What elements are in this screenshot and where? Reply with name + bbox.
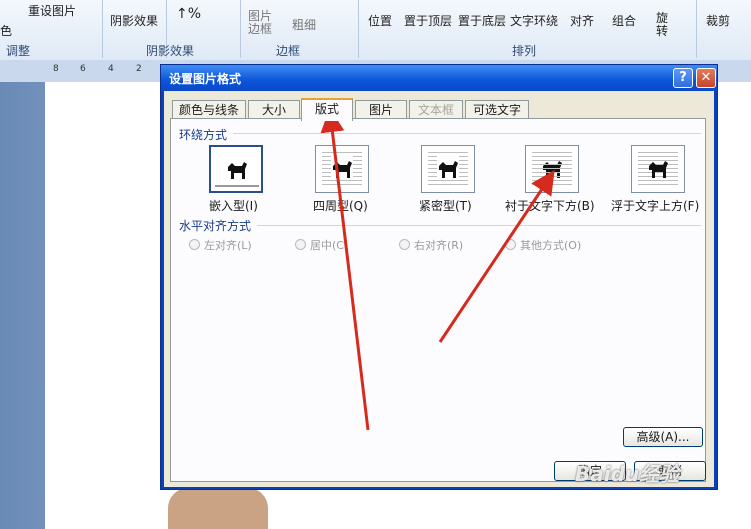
wrap-square-label: 四周型(Q) [313,199,368,213]
align-right-label: 右对齐(R) [414,239,464,252]
align-left-label: 左对齐(L) [204,239,252,252]
bring-front-button[interactable]: 置于顶层 [404,12,452,29]
layout-panel: 环绕方式 嵌入型(I) 四周型(Q) 紧密型(T) 衬于文字下方(B) 浮于文字… [170,118,706,482]
advanced-button[interactable]: 高级(A)... [623,427,703,447]
align-right-radio: 右对齐(R) [399,237,463,253]
shadow-effect-button[interactable]: 阴影效果 [110,12,158,29]
format-picture-dialog: 设置图片格式 ? ✕ 颜色与线条 大小 版式 图片 文本框 可选文字 环绕方式 … [160,64,718,490]
ruler-number: 8 [53,64,59,74]
shadow-nudge-icon[interactable]: ↑% [176,6,201,22]
group-label-shadow: 阴影效果 [146,44,195,58]
ruler-number: 4 [108,64,114,74]
thickness-button[interactable]: 粗细 [292,16,316,33]
picture-border-button[interactable]: 图片 边框 [248,10,274,36]
tab-picture[interactable]: 图片 [355,100,407,119]
position-button[interactable]: 位置 [368,12,392,29]
dog-icon [331,156,353,180]
text-lines-icon [532,152,572,186]
tab-size[interactable]: 大小 [248,100,300,119]
align-other-label: 其他方式(O) [520,239,582,252]
wrap-behind-label: 衬于文字下方(B) [505,199,595,213]
baidu-watermark: Baidu经验 [575,462,680,486]
section-divider [257,225,701,226]
radio-dot [295,239,306,250]
text-wrap-button[interactable]: 文字环绕 [510,12,558,29]
tab-alt-text[interactable]: 可选文字 [465,100,529,119]
radio-dot [399,239,410,250]
send-back-button[interactable]: 置于底层 [458,12,506,29]
group-label-border: 边框 [276,44,301,58]
tab-colors-lines[interactable]: 颜色与线条 [172,100,246,119]
align-center-label: 居中(C) [310,239,349,252]
radio-dot [189,239,200,250]
reset-picture-button[interactable]: 重设图片 [28,2,76,19]
dog-icon [649,161,668,178]
help-button[interactable]: ? [673,68,693,88]
ribbon: 色 重设图片 阴影效果 ↑% 图片 边框 粗细 位置 置于顶层 置于底层 文字环… [0,0,751,61]
ribbon-separator [696,0,697,58]
dialog-client: 颜色与线条 大小 版式 图片 文本框 可选文字 环绕方式 嵌入型(I) 四周型(… [164,91,714,487]
align-section-title: 水平对齐方式 [179,219,252,233]
wrap-square-option[interactable] [315,145,369,193]
group-button[interactable]: 组合 [612,12,636,29]
close-button[interactable]: ✕ [696,68,716,88]
wrap-front-label: 浮于文字上方(F) [611,199,700,213]
rotate-button[interactable]: 旋 转 [656,12,668,38]
dog-icon [228,162,247,179]
tab-textbox: 文本框 [409,100,463,119]
ribbon-partial-label: 色 [0,24,13,38]
align-center-radio: 居中(C) [295,237,348,253]
baseline-line [215,185,259,187]
dog-icon [437,156,459,180]
align-button[interactable]: 对齐 [570,12,594,29]
group-label-adjust: 调整 [6,44,31,58]
section-divider [233,133,701,134]
wrap-behind-option[interactable] [525,145,579,193]
align-left-radio: 左对齐(L) [189,237,252,253]
ribbon-separator [240,0,241,58]
dialog-title: 设置图片格式 [169,72,242,86]
radio-dot [505,239,516,250]
ruler-number: 2 [136,64,142,74]
tab-layout[interactable]: 版式 [301,98,353,121]
wrap-inline-option[interactable] [209,145,263,193]
document-picture[interactable] [168,488,268,529]
wrap-inline-label: 嵌入型(I) [209,199,258,213]
wrap-tight-option[interactable] [421,145,475,193]
dialog-title-bar[interactable]: 设置图片格式 ? ✕ [161,65,717,91]
wrap-tight-label: 紧密型(T) [419,199,472,213]
wrap-section-title: 环绕方式 [179,128,228,142]
crop-button[interactable]: 裁剪 [706,12,730,29]
wrap-front-option[interactable] [631,145,685,193]
ruler-number: 6 [80,64,86,74]
align-other-radio: 其他方式(O) [505,237,581,253]
ribbon-separator [102,0,103,58]
group-label-arrange: 排列 [512,44,537,58]
ribbon-separator [358,0,359,58]
